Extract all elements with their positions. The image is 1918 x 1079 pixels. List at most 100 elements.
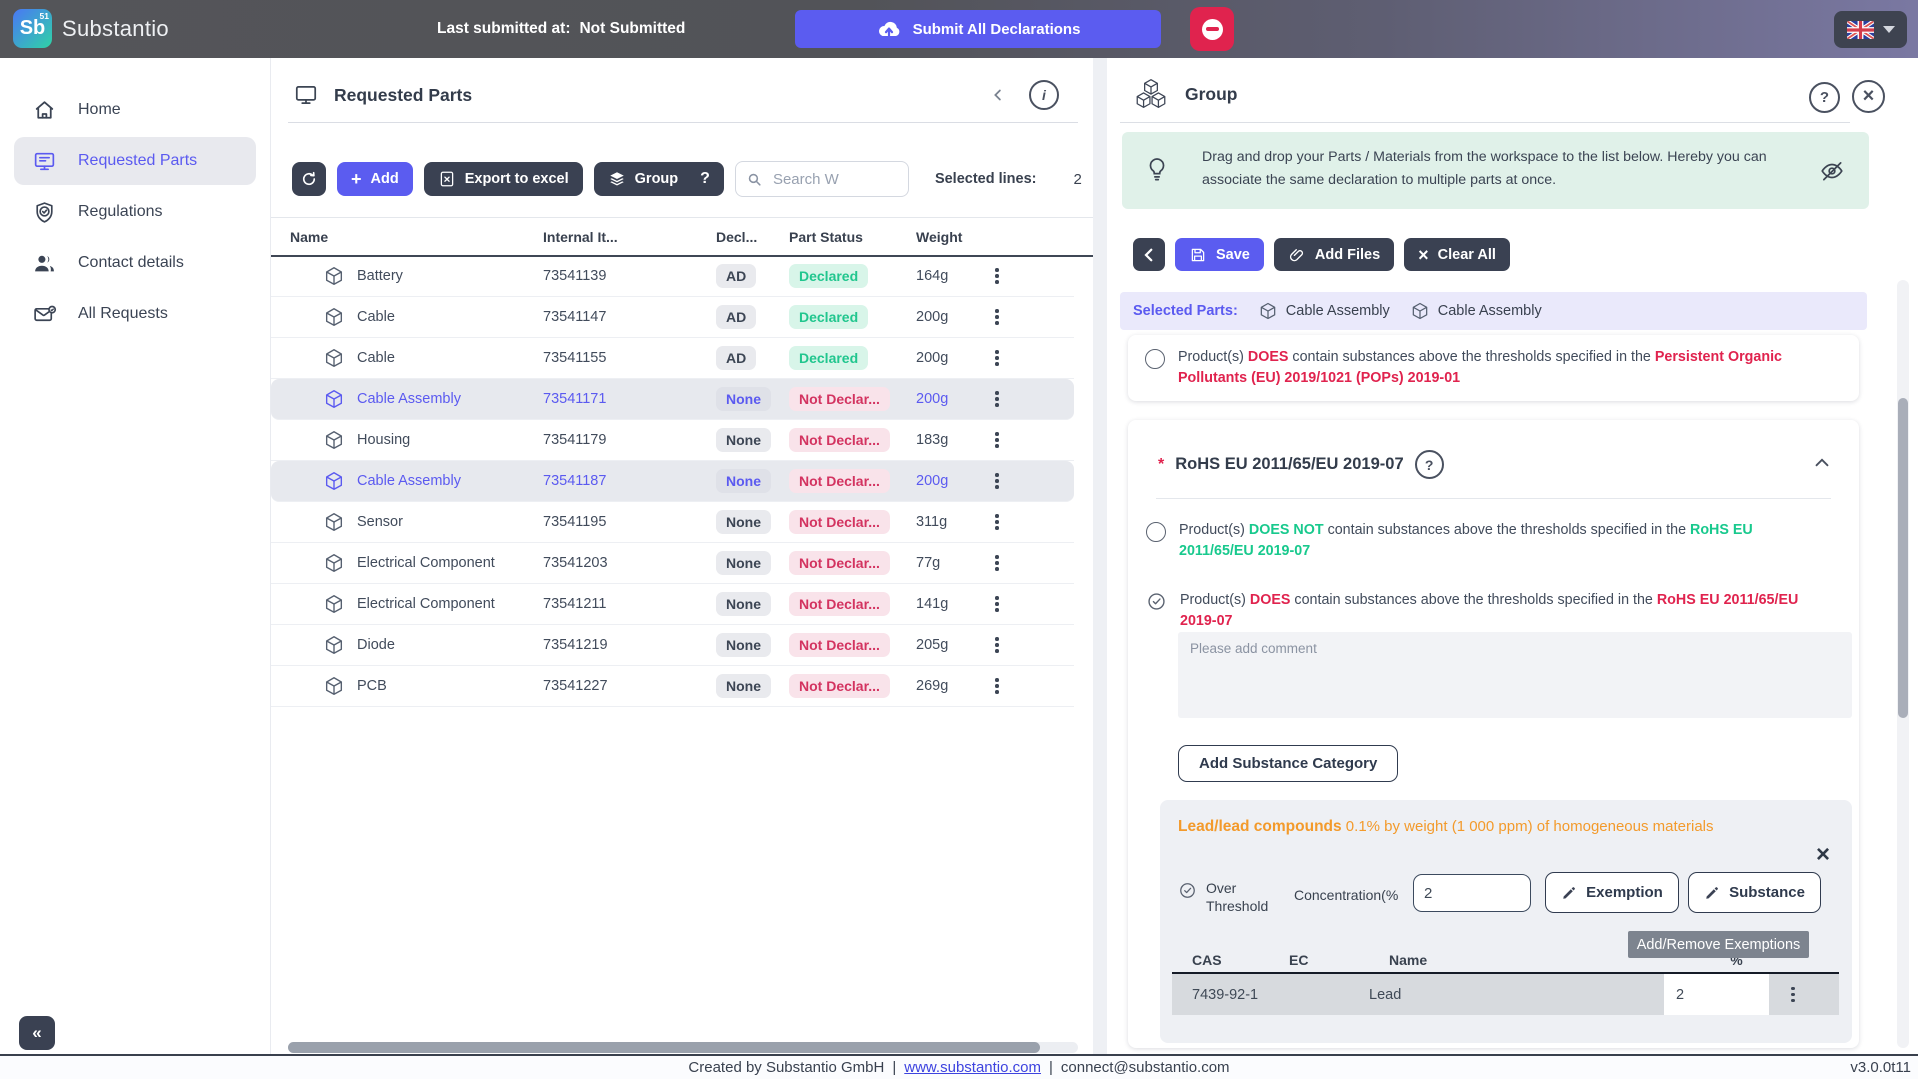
over-threshold: Over Threshold (1178, 880, 1278, 915)
radio-checked-icon[interactable] (1146, 591, 1167, 612)
table-row[interactable]: Electrical Component73541203NoneNot Decl… (271, 543, 1074, 584)
table-row[interactable]: Battery73541139ADDeclared164g (271, 256, 1074, 297)
selected-part-chip[interactable]: Cable Assembly (1258, 301, 1390, 321)
save-button[interactable]: Save (1175, 238, 1264, 271)
group-help-icon[interactable]: ? (700, 170, 710, 188)
row-menu-icon[interactable] (987, 387, 1007, 411)
column-ec: EC (1289, 952, 1389, 968)
comment-textarea[interactable] (1178, 632, 1852, 718)
drag-drop-info-banner: Drag and drop your Parts / Materials fro… (1122, 132, 1869, 209)
rohs-help-icon[interactable]: ? (1415, 450, 1444, 479)
decl-badge: None (716, 510, 771, 534)
refresh-button[interactable] (292, 162, 326, 196)
substance-table: CAS EC Name % 7439-92-1 Lead (1172, 950, 1839, 1015)
search-input[interactable] (771, 170, 875, 189)
uk-flag-icon (1847, 21, 1874, 39)
search-box[interactable] (735, 161, 909, 197)
status-badge: Not Declar... (789, 469, 890, 493)
rohs-option-text: Product(s) DOES NOT contain substances a… (1179, 520, 1826, 563)
row-menu-icon[interactable] (987, 305, 1007, 329)
table-row[interactable]: Cable Assembly73541171NoneNot Declar...2… (271, 379, 1074, 420)
group-panel-title: Group (1185, 84, 1238, 105)
row-menu-icon[interactable] (987, 551, 1007, 575)
part-weight: 200g (916, 309, 987, 325)
table-row[interactable]: Cable73541147ADDeclared200g (271, 297, 1074, 338)
table-row[interactable]: Cable Assembly73541187NoneNot Declar...2… (271, 461, 1074, 502)
panel-collapse-chevron[interactable] (989, 86, 1007, 104)
table-row[interactable]: Electrical Component73541211NoneNot Decl… (271, 584, 1074, 625)
row-menu-icon[interactable] (987, 469, 1007, 493)
substance-button[interactable]: Substance (1688, 872, 1821, 913)
chevron-up-icon[interactable] (1811, 452, 1833, 474)
part-weight: 164g (916, 268, 987, 284)
row-menu-icon[interactable] (987, 510, 1007, 534)
substance-row[interactable]: 7439-92-1 Lead (1172, 974, 1839, 1015)
add-files-button[interactable]: Add Files (1274, 238, 1394, 271)
part-weight: 141g (916, 596, 987, 612)
horizontal-scrollbar[interactable] (288, 1042, 1078, 1053)
close-icon[interactable]: × (1852, 80, 1885, 113)
sidebar-item-requested-parts[interactable]: Requested Parts (14, 137, 256, 185)
substance-row-menu-icon[interactable] (1783, 983, 1803, 1007)
horizontal-scrollbar-thumb[interactable] (288, 1042, 1040, 1053)
sidebar-item-contact-details[interactable]: Contact details (14, 239, 256, 287)
sidebar-item-home[interactable]: Home (14, 86, 256, 134)
sidebar-item-label: Contact details (78, 254, 184, 272)
row-menu-icon[interactable] (987, 428, 1007, 452)
column-cas: CAS (1192, 952, 1289, 968)
export-to-excel-button[interactable]: Export to excel (424, 162, 583, 196)
table-row[interactable]: Housing73541179NoneNot Declar...183g (271, 420, 1074, 461)
substance-percent-input[interactable] (1674, 986, 1738, 1004)
minus-circle-icon (1202, 19, 1223, 40)
banner-text: Drag and drop your Parts / Materials fro… (1202, 146, 1787, 191)
group-panel-header: Group (1133, 78, 1238, 110)
sidebar-nav: HomeRequested PartsRegulations Contact de… (0, 58, 270, 338)
selected-part-chip[interactable]: Cable Assembly (1410, 301, 1542, 321)
submit-all-declarations-button[interactable]: Submit All Declarations (795, 10, 1161, 48)
table-row[interactable]: Diode73541219NoneNot Declar...205g (271, 625, 1074, 666)
footer-separator: | (1049, 1059, 1053, 1076)
save-label: Save (1216, 247, 1250, 263)
concentration-input[interactable] (1413, 874, 1531, 912)
vertical-scrollbar-thumb[interactable] (1898, 398, 1908, 718)
logo-superscript: 51 (40, 11, 49, 21)
row-menu-icon[interactable] (987, 633, 1007, 657)
monitor-icon (293, 82, 319, 108)
help-icon[interactable]: ? (1809, 82, 1840, 113)
column-name: Name (290, 229, 543, 245)
sidebar-item-regulations[interactable]: Regulations (14, 188, 256, 236)
add-substance-category-button[interactable]: Add Substance Category (1178, 745, 1398, 782)
exemption-button[interactable]: Exemption (1545, 872, 1679, 913)
language-selector[interactable] (1834, 11, 1907, 48)
part-name: Cable (357, 309, 395, 325)
remove-category-icon[interactable]: × (1810, 842, 1836, 868)
row-menu-icon[interactable] (987, 592, 1007, 616)
footer-website-link[interactable]: www.substantio.com (904, 1059, 1041, 1076)
vertical-scrollbar[interactable] (1897, 280, 1909, 1048)
requested-parts-panel: Requested Parts i + Add Export to excel (271, 58, 1093, 1056)
sidebar-item-all-requests[interactable]: All Requests (14, 290, 256, 338)
row-menu-icon[interactable] (987, 264, 1007, 288)
home-icon (32, 98, 57, 123)
clear-all-button[interactable]: × Clear All (1404, 238, 1510, 271)
row-menu-icon[interactable] (987, 674, 1007, 698)
stop-button[interactable] (1190, 7, 1234, 51)
add-button[interactable]: + Add (337, 162, 413, 196)
status-badge: Not Declar... (789, 592, 890, 616)
part-internal-item: 73541219 (543, 637, 716, 653)
divider (288, 122, 1078, 123)
info-icon[interactable]: i (1029, 80, 1059, 110)
main-panel-header: Requested Parts (293, 82, 472, 108)
radio-unchecked[interactable] (1145, 349, 1165, 369)
eye-slash-icon[interactable] (1819, 158, 1845, 184)
table-row[interactable]: Cable73541155ADDeclared200g (271, 338, 1074, 379)
table-row[interactable]: Sensor73541195NoneNot Declar...311g (271, 502, 1074, 543)
group-button[interactable]: Group ? (594, 162, 724, 196)
radio-unchecked[interactable] (1146, 522, 1166, 542)
check-circle-icon[interactable] (1178, 881, 1197, 900)
sidebar-collapse-button[interactable]: « (19, 1016, 55, 1050)
row-menu-icon[interactable] (987, 346, 1007, 370)
back-button[interactable] (1133, 238, 1165, 271)
decl-badge: None (716, 387, 771, 411)
table-row[interactable]: PCB73541227NoneNot Declar...269g (271, 666, 1074, 707)
